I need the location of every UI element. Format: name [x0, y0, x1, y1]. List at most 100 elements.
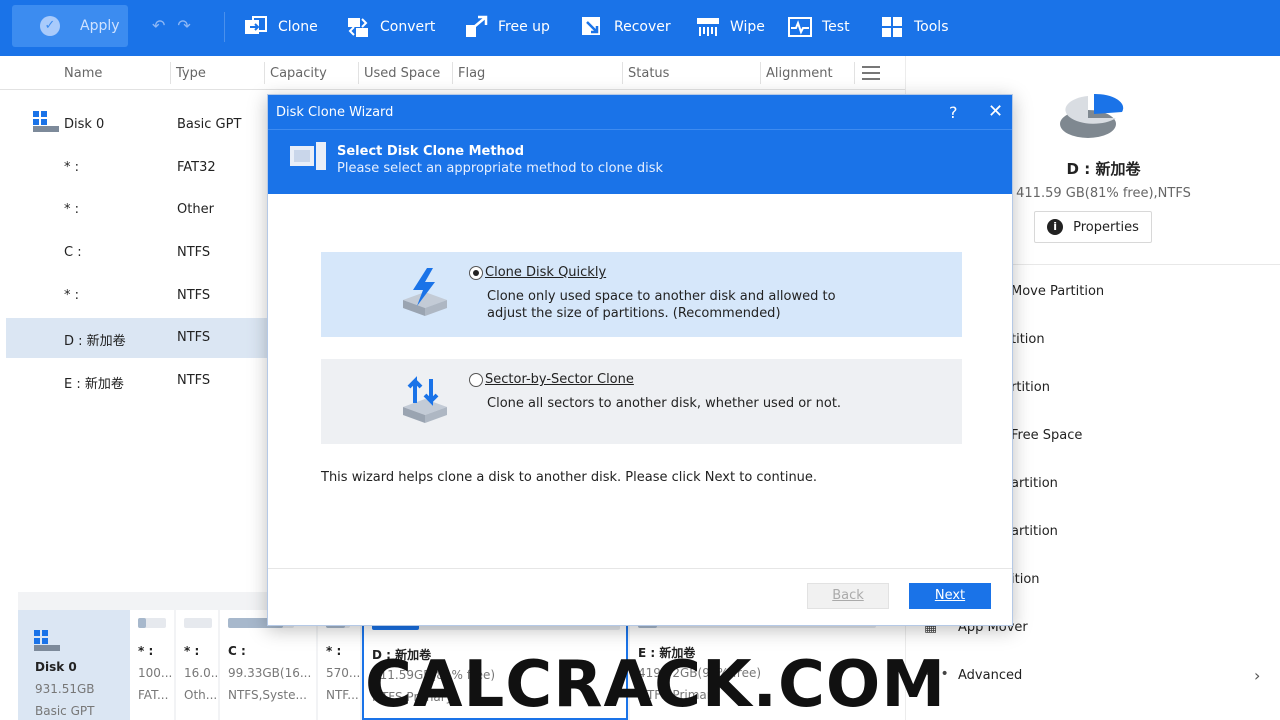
convert-button[interactable]: Convert	[346, 14, 435, 40]
wipe-icon	[697, 18, 719, 36]
op-free-space[interactable]: Free Space	[1011, 428, 1082, 443]
partition-fs: FAT...	[138, 688, 169, 702]
op-partition-3[interactable]: artition	[1011, 476, 1058, 491]
radio-sector-by-sector[interactable]	[469, 373, 483, 387]
row-type: Basic GPT	[177, 117, 242, 132]
close-icon[interactable]: ✕	[988, 101, 1003, 122]
wipe-button[interactable]: Wipe	[696, 14, 765, 40]
usage-bar	[138, 618, 166, 628]
row-type: Other	[177, 202, 214, 217]
partition-fs: NTFS,Syste...	[228, 688, 307, 702]
properties-button[interactable]: i Properties	[1034, 211, 1152, 243]
col-capacity[interactable]: Capacity	[270, 66, 327, 81]
row-type: NTFS	[177, 288, 211, 303]
row-name: C :	[64, 245, 82, 260]
redo-icon[interactable]: ↷	[177, 16, 202, 35]
option-sector-by-sector[interactable]: Sector-by-Sector Clone Clone all sectors…	[321, 359, 962, 444]
option-title: Sector-by-Sector Clone	[485, 372, 634, 387]
option-description: Clone all sectors to another disk, wheth…	[487, 395, 841, 412]
partition-fs: NTF...	[326, 688, 359, 702]
disk-map-partition[interactable]: * : 100... FAT...	[130, 610, 174, 720]
row-type: NTFS	[177, 373, 211, 388]
op-partition-1[interactable]: tition	[1011, 332, 1045, 347]
toolbar-separator	[224, 12, 225, 42]
col-used-space[interactable]: Used Space	[364, 66, 440, 81]
col-alignment[interactable]: Alignment	[766, 66, 833, 81]
op-partition-5[interactable]: ition	[1011, 572, 1040, 587]
toolbar: ✓ Apply ↶↷ Clone Convert Free up Recover…	[0, 0, 1280, 56]
col-status[interactable]: Status	[628, 66, 669, 81]
help-icon[interactable]: ?	[949, 103, 958, 122]
radio-clone-quickly[interactable]	[469, 266, 483, 280]
apply-button[interactable]: ✓ Apply	[12, 5, 128, 47]
row-name: D : 新加卷	[64, 334, 126, 349]
col-separator	[170, 62, 171, 84]
option-title-text: Clone Disk Quickly	[485, 265, 607, 280]
dialog-subheading: Please select an appropriate method to c…	[337, 161, 664, 176]
convert-icon	[348, 18, 368, 37]
disk-map-partition[interactable]: C : 99.33GB(16... NTFS,Syste...	[220, 610, 316, 720]
option-desc-line: Clone all sectors to another disk, wheth…	[487, 396, 842, 411]
quick-clone-icon	[403, 268, 447, 316]
option-clone-disk-quickly[interactable]: Clone Disk Quickly Clone only used space…	[321, 252, 962, 337]
free-up-icon	[466, 15, 488, 37]
convert-label: Convert	[380, 19, 436, 35]
chevron-right-icon[interactable]: ›	[1254, 666, 1260, 685]
partition-size: 100...	[138, 666, 173, 680]
test-button[interactable]: Test	[788, 14, 850, 40]
op-move-partition[interactable]: Move Partition	[1011, 284, 1104, 299]
col-type[interactable]: Type	[176, 66, 206, 81]
back-button[interactable]: Back	[807, 583, 889, 609]
clone-label: Clone	[278, 19, 318, 35]
table-row[interactable]: E : 新加卷 NTFS	[6, 361, 268, 401]
undo-redo[interactable]: ↶↷	[152, 16, 203, 35]
partition-label: C :	[228, 644, 246, 658]
disk-map-size: 931.51GB	[35, 682, 95, 696]
tools-button[interactable]: Tools	[880, 14, 949, 40]
col-separator	[452, 62, 453, 84]
pie-chart-icon	[1060, 93, 1124, 138]
option-desc-line: adjust the size of partitions. (Recommen…	[487, 306, 781, 321]
recover-icon	[582, 17, 600, 35]
dialog-header: Disk Clone Wizard ? ✕ Select Disk Clone …	[268, 95, 1012, 194]
op-advanced[interactable]: Advanced	[958, 668, 1022, 683]
tools-label: Tools	[914, 19, 949, 35]
col-flag[interactable]: Flag	[458, 66, 485, 81]
table-row[interactable]: Disk 0 Basic GPT	[6, 105, 268, 145]
col-separator	[622, 62, 623, 84]
next-button[interactable]: Next	[909, 583, 991, 609]
col-separator	[854, 62, 855, 84]
free-up-button[interactable]: Free up	[464, 14, 550, 40]
table-row[interactable]: * : NTFS	[6, 276, 268, 316]
table-row[interactable]: * : FAT32	[6, 148, 268, 188]
recover-button[interactable]: Recover	[580, 14, 671, 40]
option-description: Clone only used space to another disk an…	[487, 288, 836, 322]
col-name[interactable]: Name	[64, 66, 102, 81]
dialog-footer-divider	[268, 568, 1012, 569]
row-name: E : 新加卷	[64, 377, 124, 392]
col-separator	[264, 62, 265, 84]
partition-label: * :	[138, 644, 154, 658]
op-partition-2[interactable]: rtition	[1011, 380, 1050, 395]
disk-icon	[34, 630, 60, 651]
check-icon: ✓	[40, 16, 60, 36]
row-type: NTFS	[177, 245, 211, 260]
table-row[interactable]: * : Other	[6, 190, 268, 230]
op-partition-4[interactable]: artition	[1011, 524, 1058, 539]
wizard-note: This wizard helps clone a disk to anothe…	[321, 470, 818, 485]
table-row[interactable]: C : NTFS	[6, 233, 268, 273]
clone-button[interactable]: Clone	[244, 14, 318, 40]
undo-icon[interactable]: ↶	[152, 16, 177, 35]
back-label: Back	[832, 588, 864, 603]
disk-map-partition[interactable]: * : 570... NTF...	[318, 610, 360, 720]
clone-icon	[245, 16, 267, 34]
table-row-selected[interactable]: D : 新加卷 NTFS	[6, 318, 268, 358]
wipe-label: Wipe	[730, 19, 765, 35]
column-settings-icon[interactable]	[862, 66, 880, 80]
recover-label: Recover	[614, 19, 671, 35]
disk-map-disk0[interactable]: Disk 0 931.51GB Basic GPT	[18, 610, 130, 720]
row-name: * :	[64, 202, 80, 217]
row-name: Disk 0	[64, 117, 105, 132]
properties-label: Properties	[1073, 219, 1139, 235]
disk-map-partition[interactable]: * : 16.0... Oth...	[176, 610, 218, 720]
